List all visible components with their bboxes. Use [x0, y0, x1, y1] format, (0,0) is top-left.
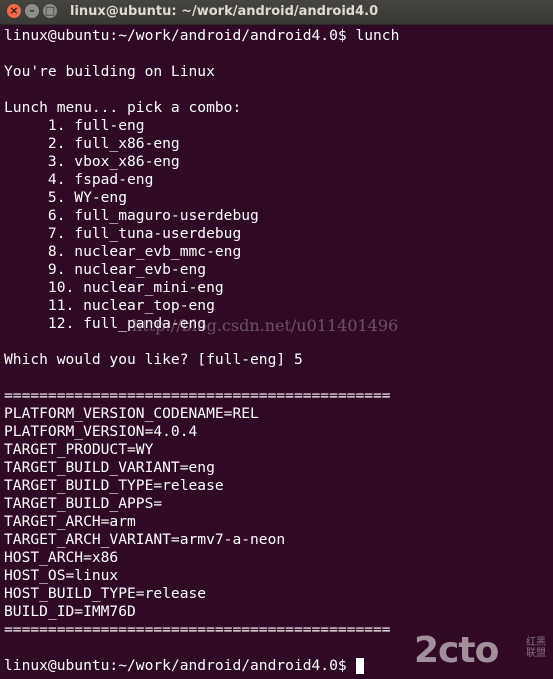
terminal-line: ========================================… [4, 621, 391, 638]
terminal-line: TARGET_ARCH_VARIANT=armv7-a-neon [4, 531, 286, 548]
site-logo: 2cto 红黑联盟 [414, 631, 550, 677]
terminal-line: linux@ubuntu:~/work/android/android4.0$ [4, 657, 356, 674]
maximize-icon[interactable]: □ [43, 4, 57, 18]
terminal-line: 6. full_maguro-userdebug [4, 207, 259, 224]
terminal-line: 1. full-eng [4, 117, 145, 134]
terminal-line: BUILD_ID=IMM76D [4, 603, 136, 620]
terminal-line: TARGET_PRODUCT=WY [4, 441, 154, 458]
terminal-line: ========================================… [4, 387, 391, 404]
terminal-line: Which would you like? [full-eng] 5 [4, 351, 303, 368]
terminal-output[interactable]: linux@ubuntu:~/work/android/android4.0$ … [0, 24, 553, 679]
watermark-url: http://blog.csdn.net/u011401496 [132, 316, 399, 335]
window-title: linux@ubuntu: ~/work/android/android4.0 [70, 4, 379, 19]
terminal-line: 4. fspad-eng [4, 171, 154, 188]
logo-text: 2cto [414, 630, 499, 671]
terminal-line: 8. nuclear_evb_mmc-eng [4, 243, 242, 260]
terminal-line: TARGET_BUILD_VARIANT=eng [4, 459, 215, 476]
terminal-line: linux@ubuntu:~/work/android/android4.0$ … [4, 27, 400, 44]
terminal-line: TARGET_BUILD_APPS= [4, 495, 163, 512]
terminal-line: PLATFORM_VERSION_CODENAME=REL [4, 405, 259, 422]
terminal-line: 3. vbox_x86-eng [4, 153, 180, 170]
title-bar[interactable]: × – □ linux@ubuntu: ~/work/android/andro… [0, 0, 553, 25]
terminal-cursor [355, 658, 364, 674]
terminal-line: 9. nuclear_evb-eng [4, 261, 207, 278]
terminal-line: TARGET_BUILD_TYPE=release [4, 477, 224, 494]
terminal-line: 11. nuclear_top-eng [4, 297, 215, 314]
close-icon[interactable]: × [7, 4, 21, 18]
terminal-line: HOST_BUILD_TYPE=release [4, 585, 207, 602]
minimize-icon[interactable]: – [25, 4, 39, 18]
terminal-line: PLATFORM_VERSION=4.0.4 [4, 423, 198, 440]
terminal-line: 7. full_tuna-userdebug [4, 225, 242, 242]
terminal-line: HOST_OS=linux [4, 567, 119, 584]
logo-subtext: 红黑联盟 [526, 637, 546, 659]
terminal-line: Lunch menu... pick a combo: [4, 99, 242, 116]
terminal-line: You're building on Linux [4, 63, 215, 80]
terminal-line: 2. full_x86-eng [4, 135, 180, 152]
terminal-line: 5. WY-eng [4, 189, 128, 206]
terminal-line: 10. nuclear_mini-eng [4, 279, 224, 296]
terminal-line: TARGET_ARCH=arm [4, 513, 136, 530]
terminal-line: HOST_ARCH=x86 [4, 549, 119, 566]
terminal-window: × – □ linux@ubuntu: ~/work/android/andro… [0, 0, 553, 679]
